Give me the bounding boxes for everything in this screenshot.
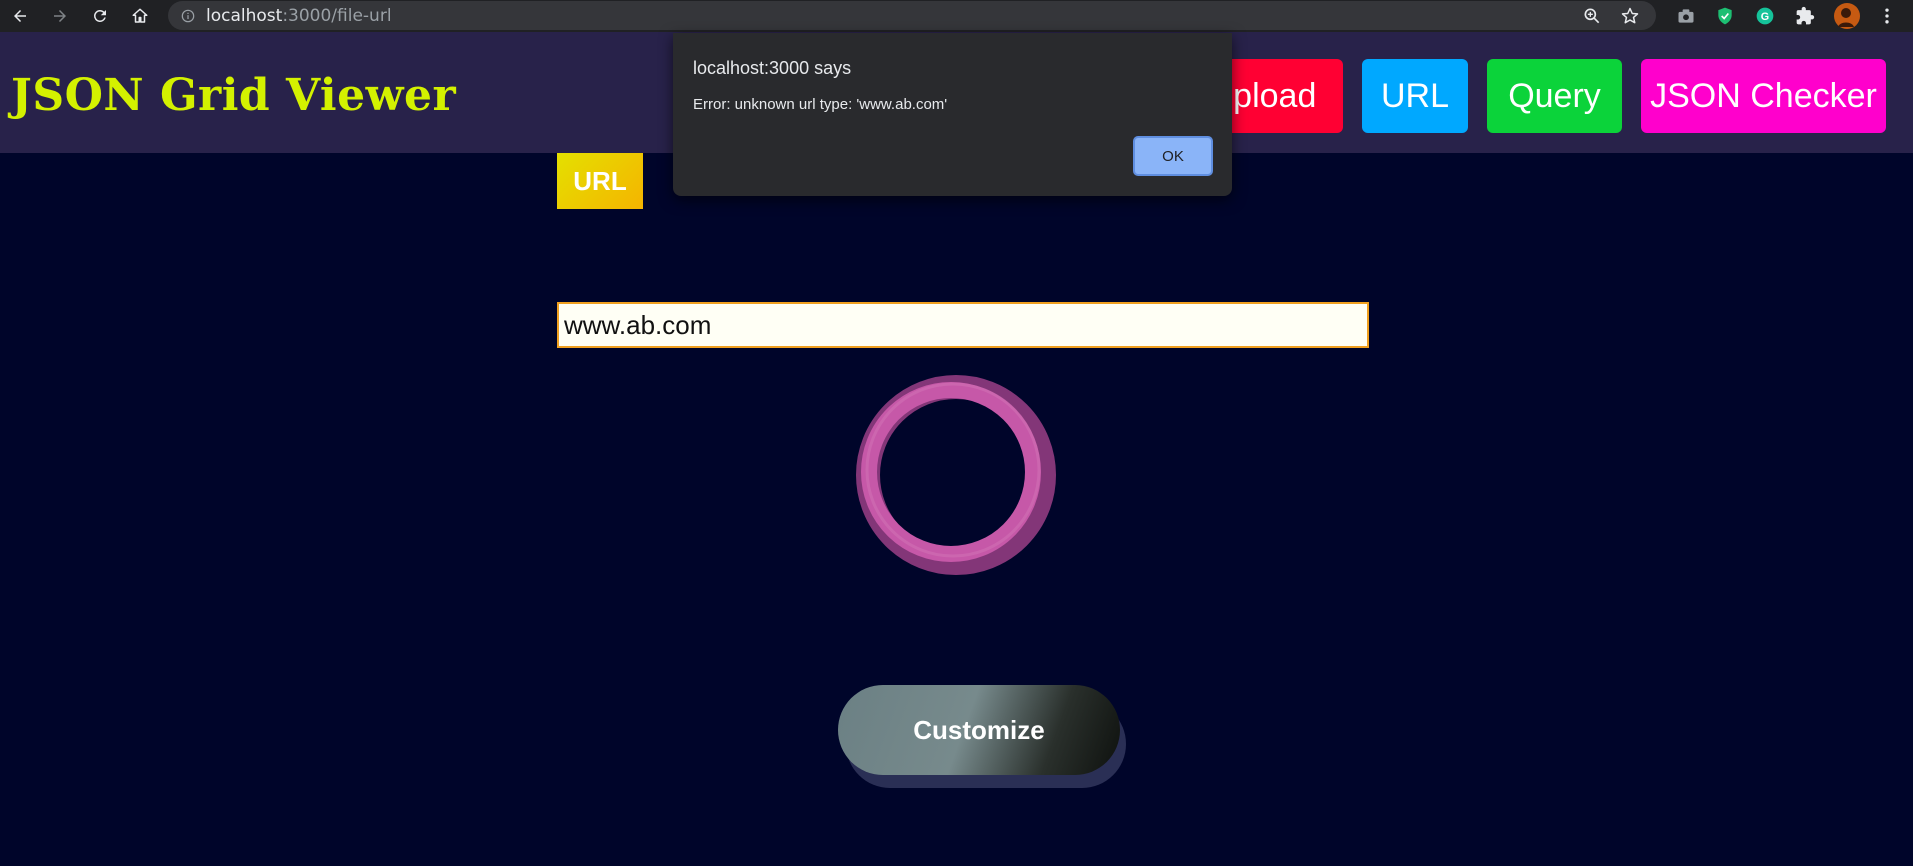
loading-spinner bbox=[848, 368, 1058, 578]
svg-text:G: G bbox=[1761, 11, 1769, 23]
extensions-puzzle-icon[interactable] bbox=[1793, 4, 1817, 28]
dialog-ok-label: OK bbox=[1162, 147, 1184, 165]
customize-label: Customize bbox=[913, 714, 1045, 745]
reload-icon[interactable] bbox=[80, 0, 120, 32]
dialog-title: localhost:3000 says bbox=[693, 58, 852, 78]
nav-query-button[interactable]: Query bbox=[1487, 59, 1622, 133]
url-path: :3000/file-url bbox=[282, 5, 392, 26]
dialog-message: Error: unknown url type: 'www.ab.com' bbox=[693, 96, 948, 113]
address-bar[interactable]: localhost:3000/file-url bbox=[168, 1, 1656, 30]
nav-json-checker-button[interactable]: JSON Checker bbox=[1641, 59, 1886, 133]
browser-toolbar: localhost:3000/file-url G bbox=[0, 0, 1913, 32]
url-host: localhost bbox=[206, 5, 283, 26]
zoom-icon[interactable] bbox=[1582, 6, 1602, 30]
url-badge: URL bbox=[557, 153, 643, 209]
home-icon[interactable] bbox=[120, 0, 160, 32]
app-title: JSON Grid Viewer bbox=[11, 70, 457, 121]
site-info-icon[interactable] bbox=[180, 8, 196, 24]
shield-extension-icon[interactable] bbox=[1713, 4, 1737, 28]
back-arrow-icon[interactable] bbox=[0, 0, 40, 32]
nav-query-label: Query bbox=[1508, 76, 1601, 115]
alert-dialog: localhost:3000 says Error: unknown url t… bbox=[673, 33, 1232, 196]
dialog-ok-button[interactable]: OK bbox=[1133, 136, 1213, 176]
browser-menu-icon[interactable] bbox=[1875, 4, 1899, 28]
nav-url-button[interactable]: URL bbox=[1362, 59, 1468, 133]
nav-json-checker-label: JSON Checker bbox=[1650, 76, 1877, 115]
nav-url-label: URL bbox=[1380, 76, 1450, 115]
grammarly-icon[interactable]: G bbox=[1753, 4, 1777, 28]
camera-extension-icon[interactable] bbox=[1674, 4, 1698, 28]
bookmark-star-icon[interactable] bbox=[1620, 6, 1640, 30]
forward-arrow-icon[interactable] bbox=[40, 0, 80, 32]
customize-button[interactable]: Customize bbox=[838, 685, 1120, 775]
profile-avatar-icon[interactable] bbox=[1833, 2, 1861, 30]
url-input[interactable] bbox=[557, 302, 1369, 348]
